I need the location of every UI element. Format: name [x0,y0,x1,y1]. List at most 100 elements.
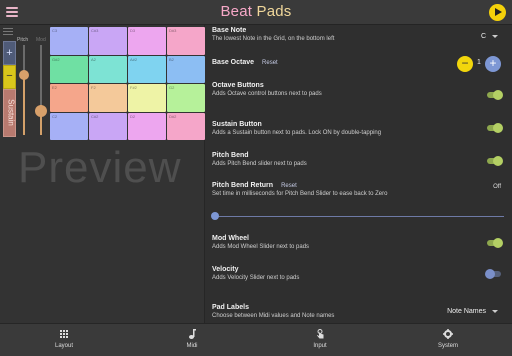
setting-pitch-bend: Pitch Bend Adds Pitch Bend slider next t… [212,152,504,167]
setting-pitch-bend-return: Pitch Bend Return Reset Set time in milli… [212,182,504,197]
octave-increment-button[interactable]: + [485,56,501,72]
base-octave-label: Base Octave [212,59,255,66]
pad-label: D2 [130,113,136,119]
octave-buttons-desc: Adds Octave control buttons next to pads [212,91,322,97]
sustain-button-desc: Adds a Sustain button next to pads. Lock… [212,130,382,136]
pitch-bend-return-reset-link[interactable]: Reset [281,183,297,189]
mod-wheel-desc: Adds Mod Wheel Slider next to pads [212,244,310,250]
pad-label: A2 [91,56,96,62]
mod-wheel-toggle[interactable] [487,238,503,248]
pitch-bend-return-label: Pitch Bend Return [212,182,274,189]
pad[interactable]: C3 [50,27,88,55]
pitch-bend-slider-knob[interactable] [19,70,29,80]
pitch-bend-return-label-row: Pitch Bend Return Reset [212,182,504,189]
nav-layout[interactable]: Layout [0,324,128,356]
pad-label: F#2 [130,85,137,90]
app-title-beat: Beat [220,3,253,20]
pad-grid: C3 C#3 D3 D#3 G#2 A2 A#2 B2 E2 F2 F#2 G2 C2 C#2 D2 D#2 [50,27,205,140]
pad[interactable]: D2 [128,112,166,140]
pad-label: B2 [169,56,174,62]
pad-label: C3 [52,28,58,33]
octave-decrement-button[interactable]: − [457,56,473,72]
chevron-down-icon [492,34,498,38]
gear-icon [384,329,512,339]
setting-pad-labels: Pad Labels Choose between Midi values an… [212,304,504,319]
nav-midi-label: Midi [186,343,198,349]
preview-panel: Pitch Mod + − Sustain C3 C#3 D3 D#3 G#2 A2 A#2… [0,25,205,323]
music-note-icon [128,329,256,339]
setting-velocity: Velocity Adds Velocity Slider next to pa… [212,266,504,281]
octave-buttons-toggle[interactable] [487,90,503,100]
pitch-bend-toggle[interactable] [487,156,503,166]
pad[interactable]: C#2 [89,112,127,140]
nav-input-label: Input [313,343,327,349]
base-note-label: Base Note [212,27,247,34]
pad[interactable]: G2 [167,84,205,112]
nav-layout-label: Layout [54,343,73,349]
pitch-bend-return-slider-track[interactable] [215,216,504,217]
pad[interactable]: C2 [50,112,88,140]
pad[interactable]: B2 [167,55,205,83]
sustain-button[interactable]: Sustain [3,89,16,137]
pad-label: C#3 [91,28,99,33]
pad[interactable]: D#3 [167,27,205,55]
sustain-label: Sustain [6,99,16,126]
pad[interactable]: D3 [128,27,166,55]
pad-label: A#2 [130,56,138,62]
pad[interactable]: D#2 [167,112,205,140]
pad-label: G#2 [52,56,60,62]
pad[interactable]: F#2 [128,84,166,112]
pad[interactable]: C#3 [89,27,127,55]
sustain-button-label: Sustain Button [212,121,262,128]
drag-handle-icon [3,28,13,37]
pitch-bend-desc: Adds Pitch Bend slider next to pads [212,161,307,167]
base-octave-stepper: − 1 + [457,56,501,72]
octave-up-button[interactable]: + [3,41,16,65]
pad[interactable]: A2 [89,55,127,83]
app-title: Beat Pads [0,3,512,20]
setting-base-octave: Base Octave Reset − 1 + [212,56,504,72]
pitch-bend-return-value: Off [493,184,501,190]
pad-label: D3 [130,28,136,33]
base-note-select[interactable]: C [481,33,498,40]
octave-down-button[interactable]: − [3,65,16,89]
pad[interactable]: A#2 [128,55,166,83]
octave-buttons-label: Octave Buttons [212,82,264,89]
pad-label: D#3 [169,28,177,33]
pad-label: G2 [169,85,175,90]
pad[interactable]: F2 [89,84,127,112]
base-octave-reset-link[interactable]: Reset [262,60,278,66]
setting-sustain-button: Sustain Button Adds a Sustain button nex… [212,121,504,136]
pad-labels-select[interactable]: Note Names [447,308,498,315]
nav-midi[interactable]: Midi [128,324,256,356]
base-note-value: C [480,33,486,40]
pad[interactable]: G#2 [50,55,88,83]
setting-base-note: Base Note The lowest Note in the Grid, o… [212,27,504,42]
pitch-bend-fill [23,73,25,135]
pad-label: F2 [91,85,96,90]
nav-system-label: System [437,343,458,349]
pitch-label: Pitch [17,37,29,43]
sustain-button-toggle[interactable] [487,123,503,133]
pad-label: D#2 [169,113,177,119]
velocity-label: Velocity [212,266,239,273]
pad-label: E2 [52,85,57,90]
mod-wheel-slider-knob[interactable] [35,105,47,117]
settings-panel: Base Note The lowest Note in the Grid, o… [205,25,512,323]
nav-system[interactable]: System [384,324,512,356]
top-app-bar: Beat Pads [0,0,512,25]
base-note-desc: The lowest Note in the Grid, on the bott… [212,36,335,42]
velocity-toggle[interactable] [485,269,501,279]
touch-icon [256,329,384,339]
app-title-pads: Pads [256,3,292,20]
pad-labels-value: Note Names [447,308,486,315]
pitch-bend-return-desc: Set time in milliseconds for Pitch Bend … [212,191,388,197]
nav-input[interactable]: Input [256,324,384,356]
mod-label: Mod [36,37,46,43]
pad-label: C2 [52,113,58,119]
play-icon[interactable] [489,4,506,21]
grid-icon [0,329,128,339]
pad[interactable]: E2 [50,84,88,112]
pad-label: C#2 [91,113,99,119]
pitch-bend-return-slider-knob[interactable] [211,212,219,220]
